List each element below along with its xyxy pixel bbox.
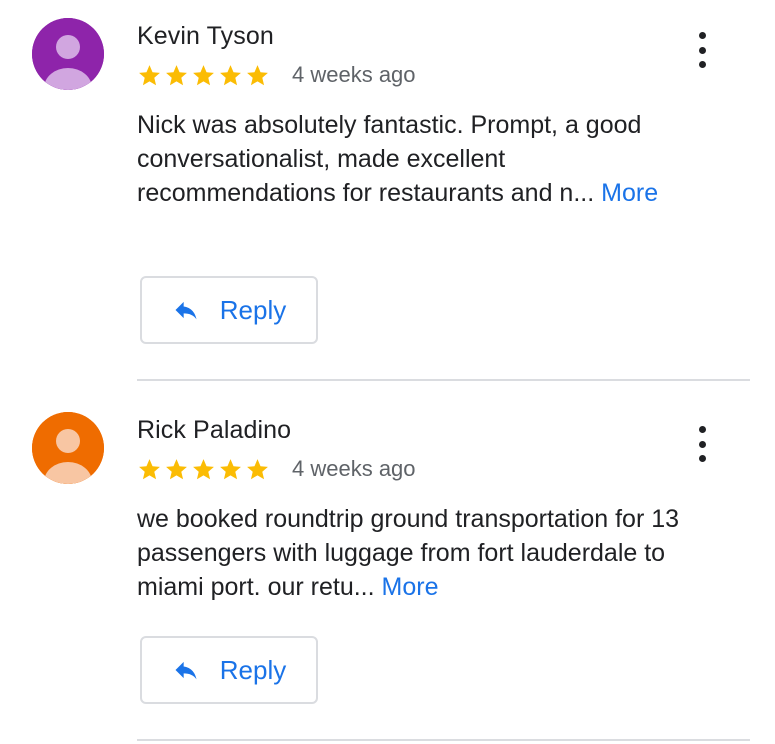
divider	[137, 379, 750, 381]
more-vert-icon[interactable]	[688, 426, 716, 462]
rating-row: 4 weeks ago	[137, 456, 416, 482]
star-icon	[247, 458, 268, 479]
reply-button[interactable]: Reply	[140, 276, 318, 344]
reply-button[interactable]: Reply	[140, 636, 318, 704]
reply-label: Reply	[219, 294, 287, 325]
menu-dot	[698, 32, 706, 39]
reply-arrow-icon	[175, 661, 197, 680]
star-icon	[139, 458, 160, 479]
star-icon	[166, 64, 187, 85]
star-icon	[166, 458, 187, 479]
star-icon	[247, 64, 268, 85]
menu-dot	[698, 61, 706, 68]
menu-dot	[698, 46, 706, 54]
person-icon	[32, 18, 104, 90]
reply-arrow-icon	[175, 301, 197, 320]
star-rating	[137, 63, 270, 88]
reviewer-name[interactable]: Rick Paladino	[137, 416, 291, 445]
reviewer-name[interactable]: Kevin Tyson	[137, 22, 274, 51]
review-text: Nick was absolutely fantastic. Prompt, a…	[137, 108, 697, 210]
more-link[interactable]: More	[382, 573, 439, 601]
divider	[137, 739, 750, 741]
review-date: 4 weeks ago	[292, 62, 416, 87]
star-icon	[193, 64, 214, 85]
star-icon	[139, 64, 160, 85]
review-body: Nick was absolutely fantastic. Prompt, a…	[137, 111, 642, 207]
menu-dot	[698, 426, 706, 433]
more-link[interactable]: More	[601, 179, 658, 207]
menu-dot	[698, 440, 706, 448]
rating-row: 4 weeks ago	[137, 62, 416, 88]
avatar[interactable]	[32, 18, 104, 90]
star-icon	[220, 64, 241, 85]
star-rating	[137, 457, 270, 482]
star-icon	[220, 458, 241, 479]
review-text: we booked roundtrip ground transportatio…	[137, 502, 697, 604]
review-date: 4 weeks ago	[292, 456, 416, 481]
reply-label: Reply	[219, 654, 287, 685]
menu-dot	[698, 455, 706, 462]
person-icon	[32, 412, 104, 484]
more-vert-icon[interactable]	[688, 32, 716, 68]
star-icon	[193, 458, 214, 479]
avatar[interactable]	[32, 412, 104, 484]
